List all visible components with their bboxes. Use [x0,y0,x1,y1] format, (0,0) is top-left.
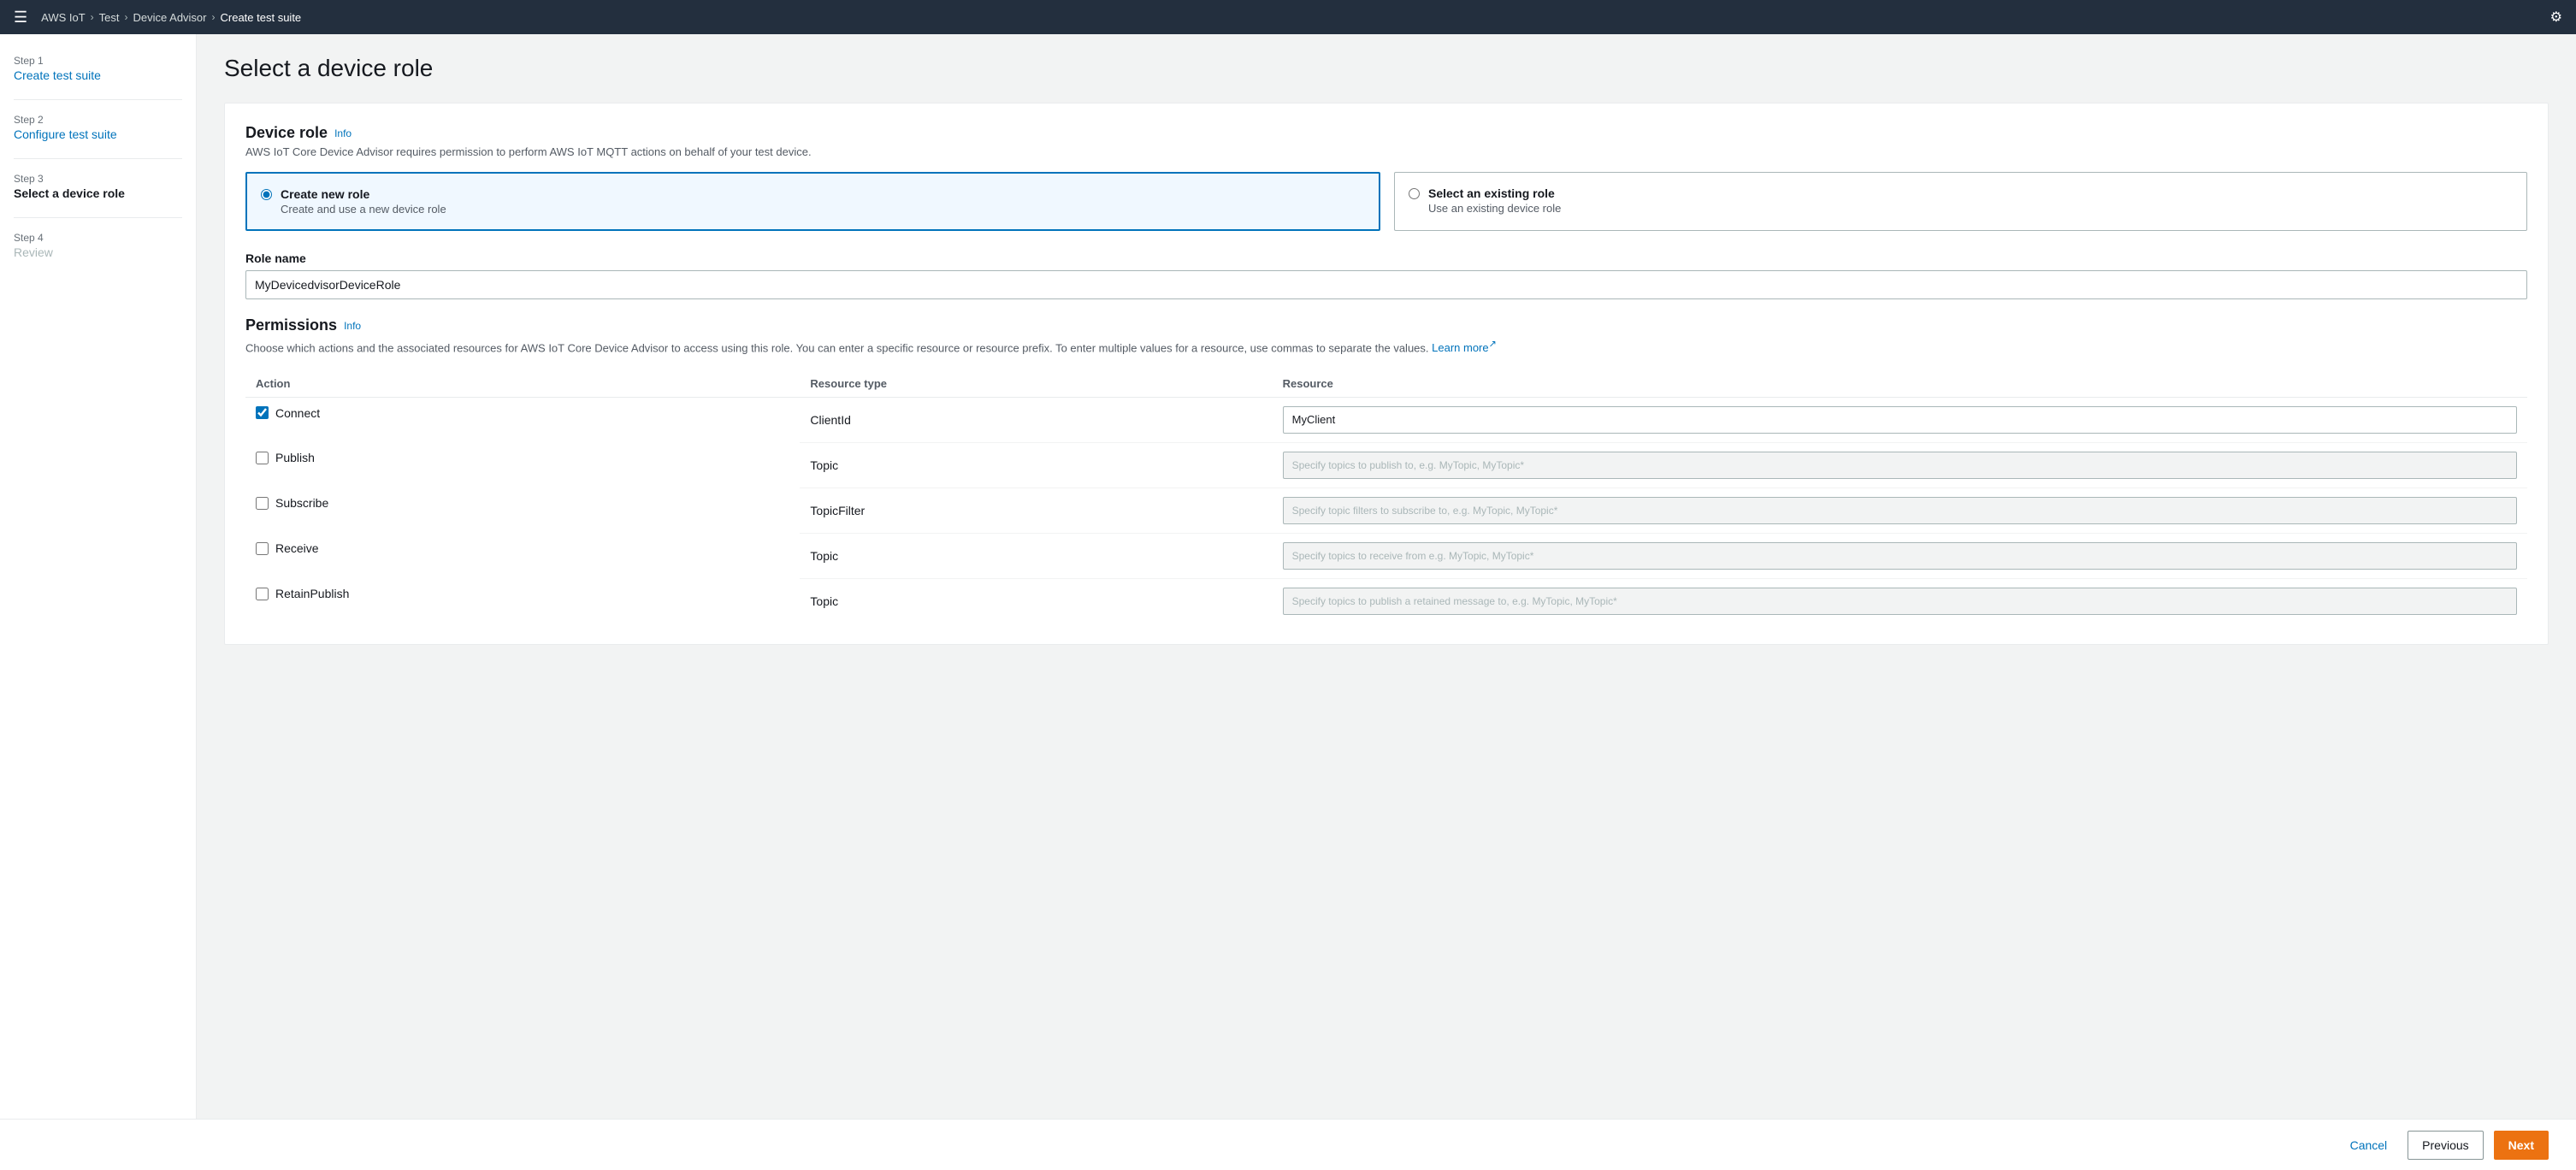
next-button[interactable]: Next [2494,1131,2549,1160]
perm-resource-input-retainpublish[interactable] [1283,588,2517,615]
step-3-label: Step 3 [14,173,182,185]
step-2-label: Step 2 [14,114,182,126]
create-new-role-desc: Create and use a new device role [281,203,446,216]
select-existing-role-desc: Use an existing device role [1428,202,1561,215]
perm-resource-input-connect[interactable] [1283,406,2517,434]
breadcrumb-sep-1: › [91,11,94,23]
table-row: Receive Topic [245,533,2527,578]
cancel-button[interactable]: Cancel [2340,1133,2398,1157]
perm-resource-input-publish[interactable] [1283,452,2517,479]
hamburger-icon[interactable]: ☰ [14,9,27,27]
select-existing-role-option[interactable]: Select an existing role Use an existing … [1394,172,2527,231]
sidebar-item-configure-test-suite[interactable]: Configure test suite [14,127,117,141]
sidebar-item-review: Review [14,245,53,259]
role-name-group: Role name [245,251,2527,299]
col-header-resource: Resource [1273,370,2527,398]
breadcrumb-current: Create test suite [221,11,302,24]
external-link-icon: ↗ [1489,340,1497,350]
sidebar-step-1: Step 1 Create test suite [14,55,182,82]
role-name-label: Role name [245,251,2527,265]
table-row: Publish Topic [245,442,2527,488]
breadcrumb-aws-iot[interactable]: AWS IoT [41,11,86,24]
role-options: Create new role Create and use a new dev… [245,172,2527,231]
perm-resource-type-publish: Topic [810,458,838,472]
sidebar-item-select-device-role: Select a device role [14,186,125,200]
perm-resource-input-receive[interactable] [1283,542,2517,570]
content-spacer [224,665,2549,734]
permissions-description: Choose which actions and the associated … [245,338,2527,357]
create-new-role-option[interactable]: Create new role Create and use a new dev… [245,172,1380,231]
device-role-card: Device role Info AWS IoT Core Device Adv… [224,103,2549,645]
previous-button[interactable]: Previous [2408,1131,2483,1160]
table-row: RetainPublish Topic [245,578,2527,623]
perm-resource-type-retainpublish: Topic [810,594,838,608]
permissions-table: Action Resource type Resource Connect Cli… [245,370,2527,623]
breadcrumb-sep-3: › [212,11,216,23]
breadcrumb-test[interactable]: Test [99,11,120,24]
sidebar-item-create-test-suite[interactable]: Create test suite [14,68,101,82]
step-1-label: Step 1 [14,55,182,67]
device-role-section-title: Device role Info [245,124,2527,142]
select-existing-role-radio[interactable] [1409,188,1420,199]
sidebar-step-2: Step 2 Configure test suite [14,114,182,141]
app-layout: Step 1 Create test suite Step 2 Configur… [0,34,2576,1170]
sidebar-step-4: Step 4 Review [14,232,182,259]
table-row: Subscribe TopicFilter [245,488,2527,533]
perm-checkbox-receive[interactable] [256,542,269,555]
role-name-input[interactable] [245,270,2527,299]
create-new-role-title: Create new role [281,187,446,201]
divider-2 [14,158,182,159]
perm-resource-type-subscribe: TopicFilter [810,504,865,517]
breadcrumb-sep-2: › [125,11,128,23]
permissions-section: Permissions Info Choose which actions an… [245,316,2527,623]
select-existing-role-title: Select an existing role [1428,186,1561,200]
col-header-resource-type: Resource type [800,370,1272,398]
device-role-description: AWS IoT Core Device Advisor requires per… [245,145,2527,158]
device-role-title-text: Device role [245,124,328,142]
permissions-table-body: Connect ClientId Publish Topic Subscribe Topi… [245,397,2527,623]
perm-checkbox-connect[interactable] [256,406,269,419]
settings-icon[interactable]: ⚙ [2550,9,2562,26]
breadcrumb-device-advisor[interactable]: Device Advisor [133,11,207,24]
perm-checkbox-subscribe[interactable] [256,497,269,510]
perm-resource-type-connect: ClientId [810,413,850,427]
divider-3 [14,217,182,218]
permissions-title: Permissions Info [245,316,2527,334]
perm-action-publish: Publish [275,451,315,464]
permissions-title-text: Permissions [245,316,337,334]
perm-resource-type-receive: Topic [810,549,838,563]
step-4-label: Step 4 [14,232,182,244]
col-header-action: Action [245,370,800,398]
device-role-info-button[interactable]: Info [334,127,352,139]
perm-action-receive: Receive [275,541,319,555]
create-new-role-text: Create new role Create and use a new dev… [281,187,446,216]
perm-checkbox-retainpublish[interactable] [256,588,269,600]
select-existing-role-text: Select an existing role Use an existing … [1428,186,1561,215]
sidebar: Step 1 Create test suite Step 2 Configur… [0,34,197,1170]
page-title: Select a device role [224,55,2549,82]
perm-action-retainpublish: RetainPublish [275,587,349,600]
divider-1 [14,99,182,100]
permissions-table-header: Action Resource type Resource [245,370,2527,398]
top-nav: ☰ AWS IoT › Test › Device Advisor › Crea… [0,0,2576,34]
breadcrumb: AWS IoT › Test › Device Advisor › Create… [41,11,301,24]
permissions-info-button[interactable]: Info [344,320,361,332]
create-new-role-radio[interactable] [261,189,272,200]
sidebar-step-3: Step 3 Select a device role [14,173,182,200]
perm-resource-input-subscribe[interactable] [1283,497,2517,524]
learn-more-link[interactable]: Learn more↗ [1432,341,1497,354]
main-content: Select a device role Device role Info AW… [197,34,2576,1170]
footer-bar: Cancel Previous Next [0,1119,2576,1170]
perm-action-subscribe: Subscribe [275,496,328,510]
perm-checkbox-publish[interactable] [256,452,269,464]
perm-action-connect: Connect [275,406,320,420]
table-row: Connect ClientId [245,397,2527,442]
